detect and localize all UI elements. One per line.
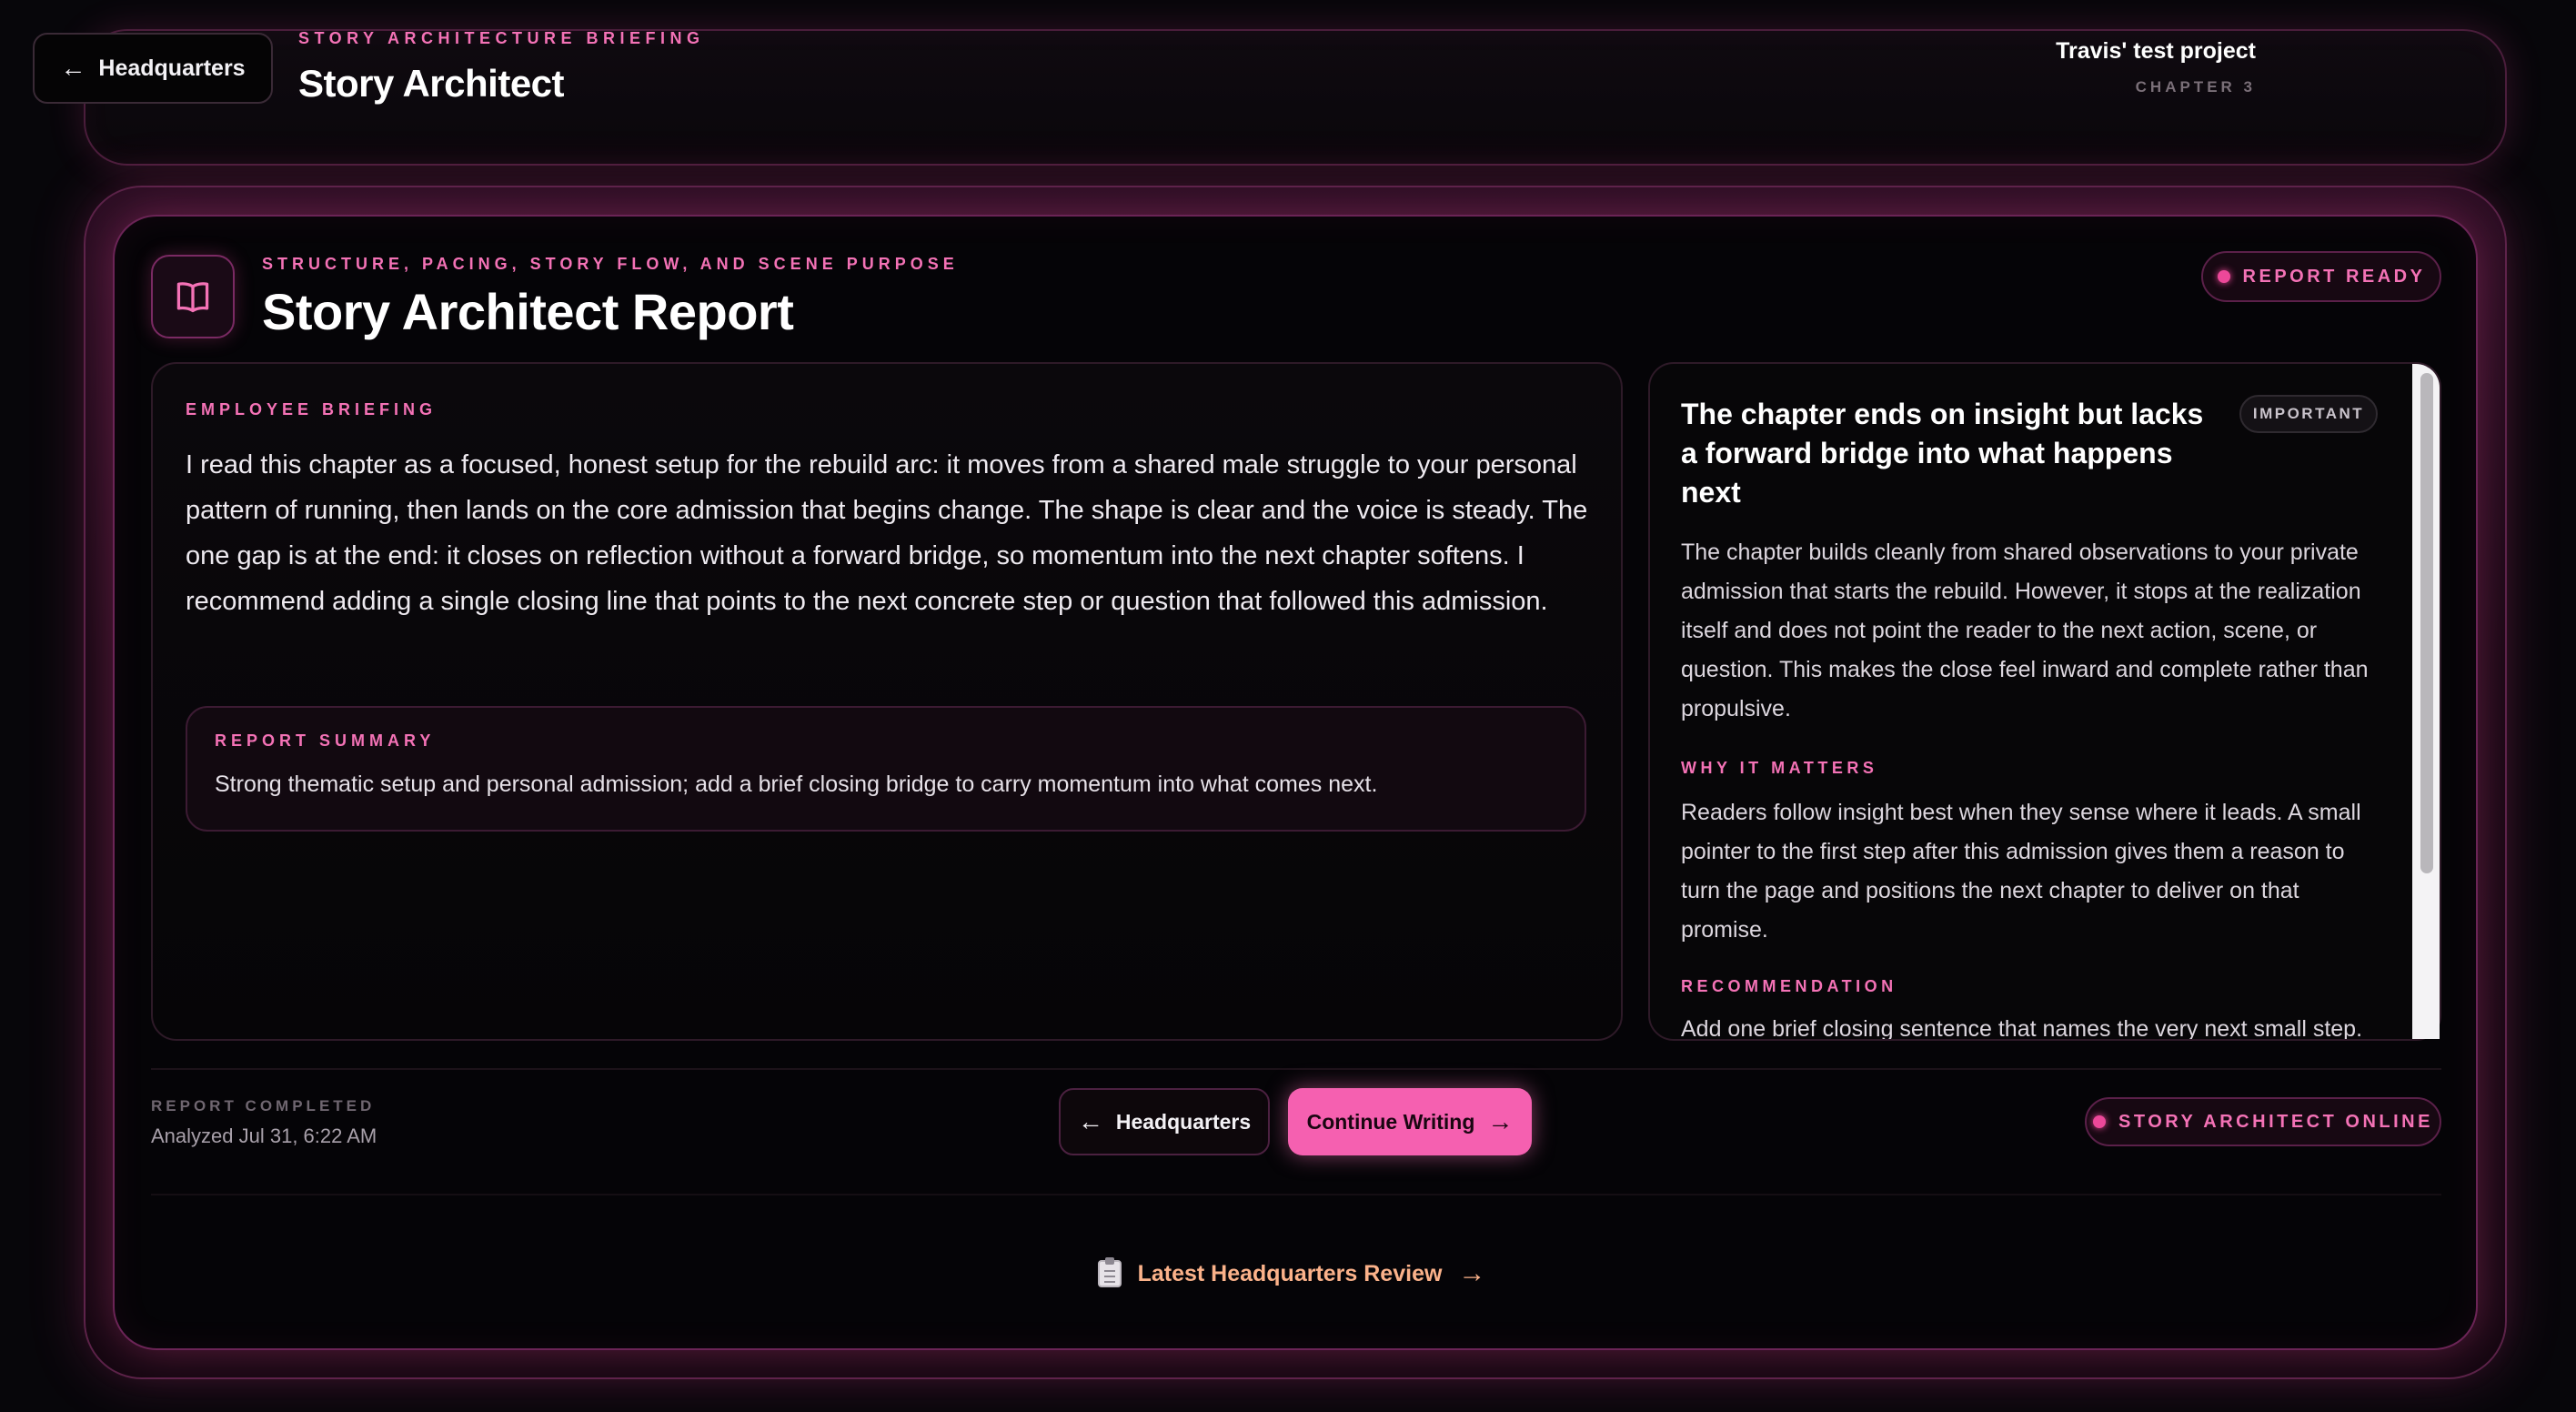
latest-headquarters-review-link[interactable]: Latest Headquarters Review → bbox=[1092, 1256, 1492, 1292]
status-dot-icon bbox=[2093, 1115, 2107, 1128]
report-summary-box bbox=[186, 706, 1586, 832]
completed-timestamp: Analyzed Jul 31, 6:22 AM bbox=[151, 1125, 377, 1147]
continue-writing-button[interactable]: Continue Writing → bbox=[1288, 1088, 1532, 1155]
divider bbox=[151, 1194, 2441, 1195]
report-ready-label: REPORT READY bbox=[2242, 266, 2426, 287]
completed-eyebrow: REPORT COMPLETED bbox=[151, 1097, 376, 1114]
summary-eyebrow: REPORT SUMMARY bbox=[215, 731, 436, 750]
report-ready-badge: REPORT READY bbox=[2201, 251, 2441, 302]
status-dot-icon bbox=[2217, 270, 2230, 283]
arrow-left-icon: ← bbox=[1077, 1107, 1103, 1135]
online-status-label: STORY ARCHITECT ONLINE bbox=[2118, 1111, 2433, 1132]
project-name: Travis' test project bbox=[2056, 38, 2256, 64]
report-title: Story Architect Report bbox=[262, 283, 794, 340]
briefing-eyebrow: EMPLOYEE BRIEFING bbox=[186, 400, 438, 419]
severity-badge: IMPORTANT bbox=[2239, 395, 2378, 433]
arrow-left-icon: ← bbox=[60, 54, 86, 82]
recommendation-text: Add one brief closing sentence that name… bbox=[1681, 1016, 2363, 1039]
issue-title: The chapter ends on insight but lacks a … bbox=[1681, 398, 2204, 509]
recommendation-clip: Add one brief closing sentence that name… bbox=[1681, 1010, 2387, 1039]
report-eyebrow: STRUCTURE, PACING, STORY FLOW, AND SCENE… bbox=[262, 255, 959, 273]
arrow-right-icon: → bbox=[1458, 1258, 1486, 1288]
latest-review-label: Latest Headquarters Review bbox=[1137, 1260, 1443, 1286]
headquarters-back-button[interactable]: ← Headquarters bbox=[33, 33, 273, 104]
issue-body: The chapter builds cleanly from shared o… bbox=[1681, 540, 2369, 721]
arrow-right-icon: → bbox=[1487, 1107, 1514, 1135]
chapter-label: CHAPTER 3 bbox=[2135, 78, 2256, 96]
online-status-badge: STORY ARCHITECT ONLINE bbox=[2085, 1097, 2441, 1146]
issue-scrollbar-thumb[interactable] bbox=[2420, 373, 2433, 873]
book-icon bbox=[151, 255, 235, 338]
page-title: Story Architect bbox=[298, 62, 565, 105]
divider bbox=[151, 1068, 2441, 1070]
continue-writing-label: Continue Writing bbox=[1306, 1109, 1475, 1134]
recommendation-eyebrow: RECOMMENDATION bbox=[1681, 977, 1897, 995]
headquarters-button[interactable]: ← Headquarters bbox=[1059, 1088, 1270, 1155]
why-it-matters-text: Readers follow insight best when they se… bbox=[1681, 800, 2361, 943]
headquarters-button-label: Headquarters bbox=[1115, 1109, 1252, 1134]
summary-text: Strong thematic setup and personal admis… bbox=[215, 772, 1378, 797]
header-eyebrow: STORY ARCHITECTURE BRIEFING bbox=[298, 29, 705, 47]
headquarters-back-label: Headquarters bbox=[98, 55, 246, 81]
why-it-matters-eyebrow: WHY IT MATTERS bbox=[1681, 759, 1878, 777]
briefing-text: I read this chapter as a focused, honest… bbox=[186, 450, 1588, 616]
clipboard-icon bbox=[1097, 1257, 1122, 1287]
